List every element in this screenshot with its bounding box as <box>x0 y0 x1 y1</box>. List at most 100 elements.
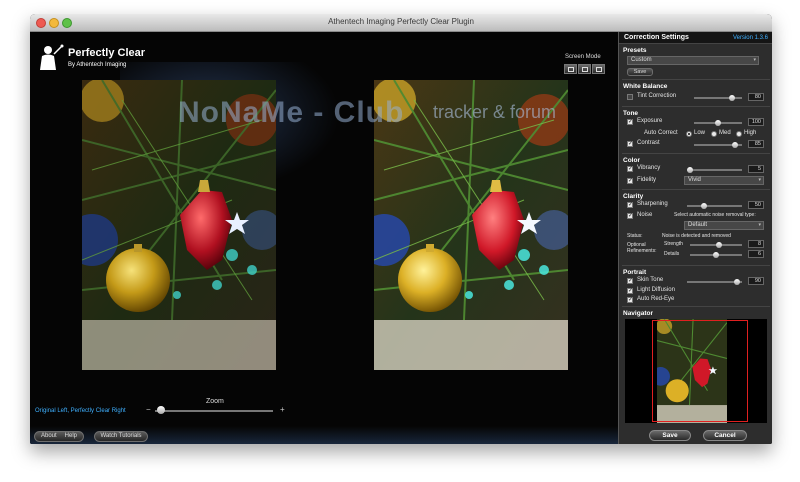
status-text: Noise is detected and removed <box>662 233 731 239</box>
version-label: Version 1.3.6 <box>732 35 768 41</box>
contrast-value[interactable]: 85 <box>748 140 764 148</box>
skin-tone-value[interactable]: 90 <box>748 277 764 285</box>
fidelity-checkbox[interactable]: ✓ <box>627 178 633 184</box>
cancel-button[interactable]: Cancel <box>703 430 747 441</box>
strength-slider-knob[interactable] <box>715 242 722 248</box>
auto-red-eye-checkbox[interactable]: ✓ <box>627 297 633 303</box>
sharpening-value[interactable]: 50 <box>748 201 764 209</box>
split-view-icon <box>582 67 588 72</box>
tint-correction-label: Tint Correction <box>637 93 677 99</box>
status-label: Status: <box>627 233 643 239</box>
portrait-title: Portrait <box>623 269 647 276</box>
watermark-subtext: tracker & forum <box>433 102 557 122</box>
fidelity-label: Fidelity <box>637 177 657 183</box>
skin-tone-checkbox[interactable]: ✓ <box>627 278 633 284</box>
window-title: Athentech Imaging Perfectly Clear Plugin <box>328 17 474 26</box>
about-help-pill: About Help <box>34 431 84 442</box>
vibrancy-slider[interactable] <box>687 169 742 171</box>
presets-select[interactable]: Custom ▾ <box>627 56 759 65</box>
tint-correction-checkbox[interactable] <box>627 94 633 100</box>
correction-settings-panel: Correction Settings Version 1.3.6 Preset… <box>618 32 772 444</box>
contrast-label: Contrast <box>637 140 660 146</box>
help-button[interactable]: Help <box>61 433 81 439</box>
fidelity-value: Vivid <box>688 177 701 183</box>
screen-mode-split-button[interactable] <box>578 64 591 74</box>
auto-correct-high-radio[interactable] <box>736 131 742 137</box>
tone-title: Tone <box>623 110 639 117</box>
color-title: Color <box>623 157 640 164</box>
noise-label: Noise <box>637 212 653 218</box>
navigator-viewport-frame[interactable] <box>652 320 748 422</box>
noise-type-label: Select automatic noise removal type: <box>674 212 756 218</box>
exposure-value[interactable]: 100 <box>748 118 764 126</box>
zoom-slider[interactable] <box>155 410 273 412</box>
single-view-icon <box>568 67 574 72</box>
strength-label: Strength <box>664 241 683 247</box>
auto-correct-low-radio[interactable] <box>686 131 692 137</box>
logo-subtitle: By Athentech Imaging <box>68 62 127 68</box>
sharpening-slider[interactable] <box>687 205 742 207</box>
strength-value[interactable]: 8 <box>748 240 764 248</box>
portrait-section: Portrait ✓ Skin Tone 90 ✓ Light Diffusio… <box>622 267 770 307</box>
about-button[interactable]: About <box>37 433 61 439</box>
sharpening-checkbox[interactable]: ✓ <box>627 202 633 208</box>
save-button[interactable]: Save <box>649 430 691 441</box>
exposure-label: Exposure <box>637 118 663 124</box>
plugin-window: Athentech Imaging Perfectly Clear Plugin… <box>30 14 772 444</box>
auto-red-eye-label: Auto Red-Eye <box>637 296 675 302</box>
contrast-checkbox[interactable]: ✓ <box>627 141 633 147</box>
tint-value[interactable]: 80 <box>748 93 764 101</box>
panel-header: Correction Settings Version 1.3.6 <box>619 32 772 44</box>
save-preset-button[interactable]: Save <box>627 68 653 76</box>
contrast-slider-knob[interactable] <box>731 142 738 148</box>
tint-slider-knob[interactable] <box>729 95 736 101</box>
vibrancy-value[interactable]: 5 <box>748 165 764 173</box>
noise-type-select[interactable]: Default ▾ <box>684 221 764 230</box>
compare-mode-label[interactable]: Original Left, Perfectly Clear Right <box>35 408 126 414</box>
chevron-updown-icon: ▾ <box>758 177 761 183</box>
clarity-section: Clarity ✓ Sharpening 50 ✓ Noise Select a… <box>622 191 770 266</box>
details-slider-knob[interactable] <box>713 252 719 258</box>
chevron-updown-icon: ▾ <box>758 222 761 228</box>
panel-title: Correction Settings <box>624 34 689 41</box>
auto-correct-low-label: Low <box>694 130 706 136</box>
vibrancy-checkbox[interactable]: ✓ <box>627 166 633 172</box>
color-section: Color ✓ Vibrancy 5 ✓ Fidelity Vivid ▾ <box>622 155 770 190</box>
auto-correct-med-radio[interactable] <box>711 131 717 137</box>
zoom-in-icon[interactable]: + <box>280 405 285 414</box>
watermark-text: NoNaMe - Club <box>178 96 405 129</box>
auto-correct-med-label: Med <box>719 130 731 136</box>
vibrancy-slider-knob[interactable] <box>686 167 693 173</box>
exposure-slider-knob[interactable] <box>715 120 721 126</box>
exposure-checkbox[interactable]: ✓ <box>627 119 633 125</box>
clarity-title: Clarity <box>623 193 644 200</box>
white-balance-title: White Balance <box>623 83 668 90</box>
presets-title: Presets <box>623 47 647 54</box>
auto-correct-label: Auto Correct <box>644 130 678 136</box>
navigator[interactable] <box>625 319 767 423</box>
vibrancy-label: Vibrancy <box>637 165 661 171</box>
light-diffusion-checkbox[interactable]: ✓ <box>627 288 633 294</box>
noise-type-value: Default <box>688 222 708 228</box>
sharpening-slider-knob[interactable] <box>700 203 707 209</box>
details-value[interactable]: 6 <box>748 250 764 258</box>
watch-tutorials-button[interactable]: Watch Tutorials <box>94 431 148 442</box>
title-bar: Athentech Imaging Perfectly Clear Plugin <box>30 14 772 32</box>
skin-tone-label: Skin Tone <box>637 277 664 283</box>
zoom-out-icon[interactable]: − <box>146 405 151 414</box>
logo-figure-icon <box>40 44 64 70</box>
fidelity-select[interactable]: Vivid ▾ <box>684 176 764 185</box>
details-label: Details <box>664 251 680 257</box>
white-balance-section: White Balance Tint Correction 80 <box>622 81 770 107</box>
navigator-title: Navigator <box>623 310 653 317</box>
chevron-updown-icon: ▾ <box>753 57 756 63</box>
screen-mode-label: Screen Mode <box>565 54 601 60</box>
screen-mode-full-button[interactable] <box>592 64 605 74</box>
presets-value: Custom <box>631 57 652 63</box>
skin-tone-slider-knob[interactable] <box>733 279 740 285</box>
screen-mode-single-button[interactable] <box>564 64 577 74</box>
full-view-icon <box>596 67 602 72</box>
noise-checkbox[interactable]: ✓ <box>627 213 633 219</box>
zoom-slider-knob[interactable] <box>156 406 165 414</box>
logo-title: Perfectly Clear <box>68 47 146 59</box>
